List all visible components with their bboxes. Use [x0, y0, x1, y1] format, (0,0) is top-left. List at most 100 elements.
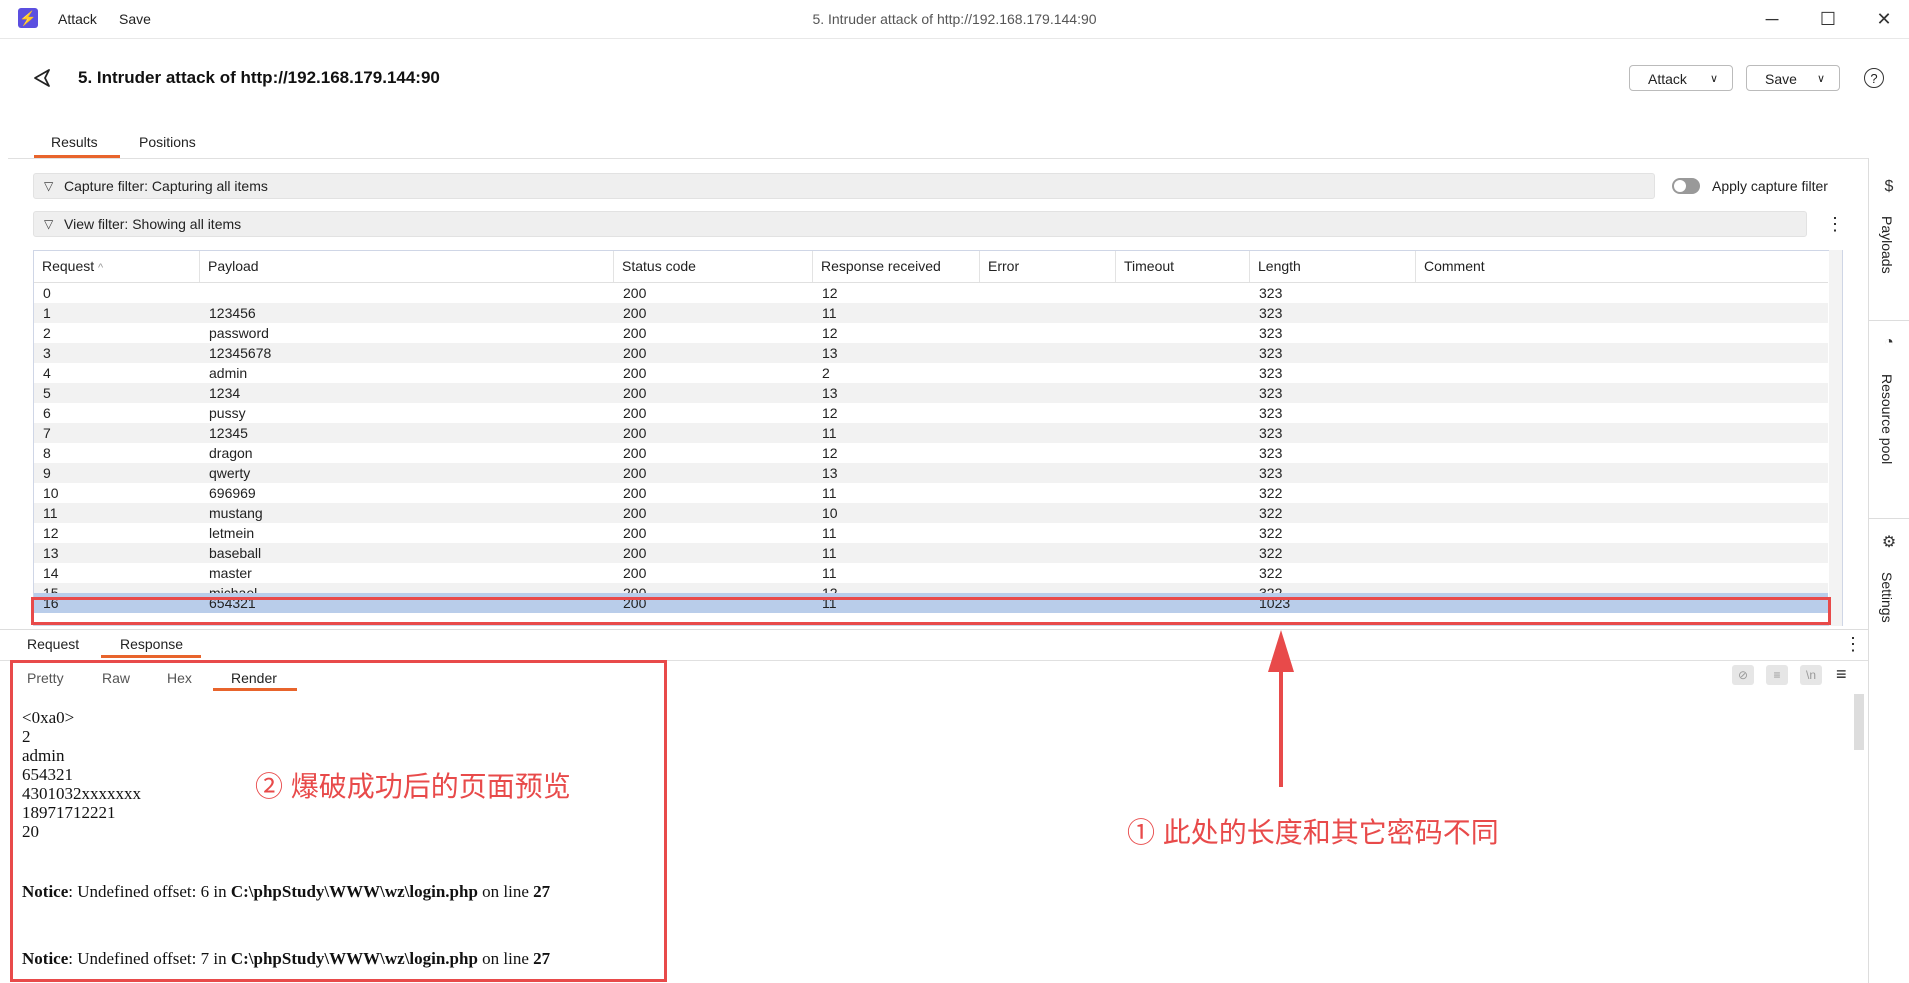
table-cell: 322 [1259, 565, 1283, 581]
table-row[interactable]: 4 admin 200 2 323 [34, 363, 1828, 383]
table-row[interactable]: 0 200 12 323 [34, 283, 1828, 303]
highlight-box-render [10, 660, 667, 982]
view-filter-label: View filter: Showing all items [64, 216, 242, 232]
table-cell: 11 [822, 425, 837, 441]
table-cell: 12 [822, 325, 838, 341]
table-cell: 323 [1259, 285, 1283, 301]
newline-icon[interactable]: \n [1800, 665, 1822, 685]
column-header-response-received[interactable]: Response received [813, 251, 980, 282]
table-cell: 123456 [209, 305, 256, 321]
table-cell: 12 [43, 525, 59, 541]
table-cell: 11 [822, 485, 837, 501]
attack-button-label: Attack [1648, 71, 1687, 87]
table-cell: 10 [822, 505, 838, 521]
column-header-request[interactable]: Request ^ [34, 251, 200, 282]
sort-ascending-icon: ^ [98, 262, 104, 274]
minimize-icon[interactable]: ─ [1752, 6, 1792, 32]
gear-icon[interactable]: ⚙ [1879, 532, 1899, 552]
table-cell: admin [209, 365, 248, 381]
hamburger-menu-icon[interactable]: ≡ [1836, 664, 1847, 685]
table-row[interactable]: 9 qwerty 200 13 323 [34, 463, 1828, 483]
capture-filter-label: Capture filter: Capturing all items [64, 178, 268, 194]
column-header-error[interactable]: Error [980, 251, 1116, 282]
table-cell: 323 [1259, 445, 1283, 461]
sidebar-item-payloads[interactable]: Payloads [1879, 216, 1895, 274]
capture-filter-bar[interactable]: ▽ Capture filter: Capturing all items [33, 173, 1655, 199]
table-cell: pussy [209, 405, 246, 421]
column-header-status-code[interactable]: Status code [614, 251, 813, 282]
table-row[interactable]: 2 password 200 12 323 [34, 323, 1828, 343]
table-cell: 200 [623, 445, 647, 461]
wrap-icon[interactable]: ≡ [1766, 665, 1788, 685]
more-options-icon[interactable]: ⋮ [1826, 214, 1844, 235]
view-filter-bar[interactable]: ▽ View filter: Showing all items [33, 211, 1807, 237]
table-cell: 323 [1259, 325, 1283, 341]
table-cell: 9 [43, 465, 51, 481]
table-scrollbar[interactable] [1829, 250, 1842, 626]
table-row[interactable]: 14 master 200 11 322 [34, 563, 1828, 583]
save-dropdown-button[interactable]: Save ∨ [1746, 65, 1840, 91]
table-row[interactable]: 11 mustang 200 10 322 [34, 503, 1828, 523]
tab-results[interactable]: Results [51, 134, 98, 150]
table-cell: 200 [623, 545, 647, 561]
column-header-label: Request [42, 258, 95, 274]
table-cell: 14 [43, 565, 59, 581]
table-cell: 6 [43, 405, 51, 421]
table-row[interactable]: 7 12345 200 11 323 [34, 423, 1828, 443]
table-row[interactable]: 6 pussy 200 12 323 [34, 403, 1828, 423]
table-cell: 4 [43, 365, 51, 381]
table-row[interactable]: 3 12345678 200 13 323 [34, 343, 1828, 363]
table-cell: 322 [1259, 525, 1283, 541]
table-row[interactable]: 5 1234 200 13 323 [34, 383, 1828, 403]
page-title: 5. Intruder attack of http://192.168.179… [78, 68, 440, 87]
toggle-knob [1674, 180, 1686, 192]
table-row[interactable]: 1 123456 200 11 323 [34, 303, 1828, 323]
column-header-timeout[interactable]: Timeout [1116, 251, 1250, 282]
tab-positions[interactable]: Positions [139, 134, 196, 150]
sidebar-item-resource-pool[interactable]: Resource pool [1879, 374, 1895, 464]
table-cell: letmein [209, 525, 255, 541]
table-cell: 696969 [209, 485, 256, 501]
more-options-icon[interactable]: ⋮ [1844, 634, 1862, 655]
maximize-icon[interactable]: ☐ [1808, 6, 1848, 32]
payloads-icon[interactable]: $ [1879, 178, 1899, 198]
tab-request[interactable]: Request [27, 636, 79, 652]
table-cell: 8 [43, 445, 51, 461]
column-header-length[interactable]: Length [1250, 251, 1416, 282]
sidebar-item-settings[interactable]: Settings [1879, 572, 1895, 623]
table-row[interactable]: 10 696969 200 11 322 [34, 483, 1828, 503]
table-cell: 200 [623, 345, 647, 361]
table-row[interactable]: 12 letmein 200 11 322 [34, 523, 1828, 543]
table-cell: 323 [1259, 345, 1283, 361]
table-cell: 13 [43, 545, 59, 561]
table-cell: 322 [1259, 485, 1283, 501]
column-header-comment[interactable]: Comment [1416, 251, 1828, 282]
help-icon[interactable]: ? [1864, 68, 1884, 88]
table-cell: 1 [43, 305, 51, 321]
active-tab-indicator [101, 655, 201, 658]
tab-response[interactable]: Response [120, 636, 183, 652]
table-cell: 1234 [209, 385, 241, 401]
annotation-length-note: ① 此处的长度和其它密码不同 [1127, 817, 1499, 848]
resource-pool-icon[interactable]: ◔ [1879, 334, 1899, 354]
column-header-payload[interactable]: Payload [200, 251, 614, 282]
table-cell: 323 [1259, 365, 1283, 381]
table-cell: 200 [623, 365, 647, 381]
close-icon[interactable]: ✕ [1864, 6, 1904, 32]
table-cell: 12 [822, 285, 838, 301]
table-cell: 200 [623, 385, 647, 401]
hide-icon[interactable]: ⊘ [1732, 665, 1754, 685]
apply-capture-filter-label: Apply capture filter [1712, 178, 1828, 194]
response-scrollbar[interactable] [1854, 694, 1864, 750]
chevron-down-icon: ∨ [1709, 73, 1718, 85]
table-row[interactable]: 8 dragon 200 12 323 [34, 443, 1828, 463]
table-cell: 11 [822, 565, 837, 581]
attack-dropdown-button[interactable]: Attack ∨ [1629, 65, 1733, 91]
table-cell: 323 [1259, 305, 1283, 321]
table-cell: 200 [623, 325, 647, 341]
table-cell: password [209, 325, 269, 341]
table-row[interactable]: 13 baseball 200 11 322 [34, 543, 1828, 563]
table-cell: 11 [822, 305, 837, 321]
table-cell: 323 [1259, 385, 1283, 401]
divider [1869, 518, 1909, 519]
